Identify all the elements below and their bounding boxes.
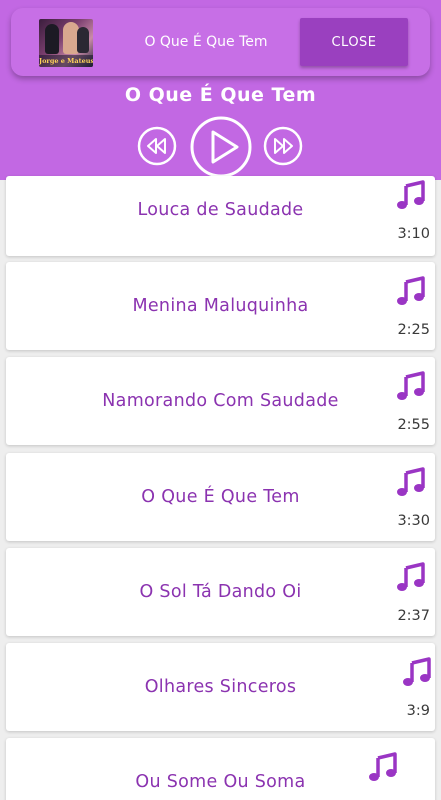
song-item[interactable]: O Que É Que Tem 3:30	[6, 453, 435, 541]
album-art-text: Jorge e Mateus	[39, 55, 93, 67]
music-note-icon	[402, 657, 432, 691]
music-note-icon	[368, 752, 398, 786]
rewind-icon	[137, 126, 177, 166]
song-title: O Que É Que Tem	[141, 487, 300, 507]
song-title: O Sol Tá Dando Oi	[139, 582, 302, 602]
song-item[interactable]: Ou Some Ou Soma	[6, 738, 435, 800]
song-duration: 3:10	[397, 226, 430, 242]
song-item[interactable]: Louca de Saudade 3:10	[6, 176, 435, 256]
song-item[interactable]: O Sol Tá Dando Oi 2:37	[6, 548, 435, 636]
song-title: Louca de Saudade	[137, 200, 304, 220]
song-item[interactable]: Olhares Sinceros 3:9	[6, 643, 435, 731]
music-note-icon	[396, 562, 426, 596]
song-title: Olhares Sinceros	[144, 677, 297, 697]
song-item[interactable]: Menina Maluquinha 2:25	[6, 262, 435, 350]
song-duration: 3:9	[406, 703, 430, 719]
song-duration: 2:37	[397, 608, 430, 624]
music-note-icon	[396, 180, 426, 214]
now-playing-title: O Que É Que Tem	[124, 84, 317, 106]
fast-forward-icon	[263, 126, 303, 166]
song-duration: 3:30	[397, 513, 430, 529]
player-header: Jorge e Mateus O Que É Que Tem CLOSE O Q…	[0, 0, 441, 180]
song-duration: 2:25	[397, 322, 430, 338]
next-button[interactable]	[263, 126, 303, 166]
previous-button[interactable]	[137, 126, 177, 166]
close-button[interactable]: CLOSE	[300, 18, 408, 66]
song-title: Menina Maluquinha	[132, 296, 309, 316]
notification-title: O Que É Que Tem	[144, 34, 268, 50]
music-note-icon	[396, 276, 426, 310]
music-note-icon	[396, 371, 426, 405]
play-button[interactable]	[188, 116, 254, 178]
song-duration: 2:55	[397, 417, 430, 433]
play-icon	[190, 116, 252, 178]
album-art: Jorge e Mateus	[39, 19, 93, 67]
music-note-icon	[396, 467, 426, 501]
playback-notification: Jorge e Mateus O Que É Que Tem CLOSE	[11, 8, 430, 76]
song-title: Namorando Com Saudade	[102, 391, 339, 411]
song-item[interactable]: Namorando Com Saudade 2:55	[6, 357, 435, 445]
